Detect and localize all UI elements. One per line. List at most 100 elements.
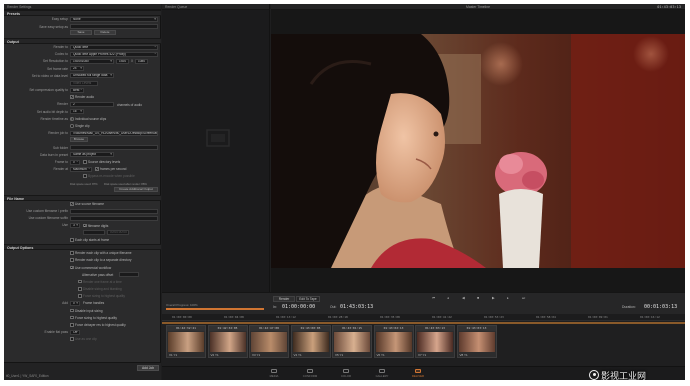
timeline-clip[interactable]: 01:43:00:05 V4 Y1 [290, 325, 331, 358]
opt9-checkbox[interactable] [70, 315, 74, 320]
each-clip-checkbox[interactable] [70, 237, 74, 242]
delete-button[interactable]: Delete [94, 30, 116, 36]
timeline-clip[interactable]: 01:43:03:13 V7 Y1 [415, 325, 455, 358]
bit-depth-dropdown[interactable]: 16 [70, 109, 84, 115]
each-clip-frame-input[interactable] [83, 230, 105, 236]
label: Each clip starts at frame [75, 237, 110, 242]
page-tab-color[interactable]: COLOR [334, 369, 358, 379]
frame-handles-dropdown[interactable]: 0 [70, 300, 80, 306]
frame-rate-dropdown[interactable]: 24 [70, 66, 84, 72]
row-opt7: Force sizing to highest quality [4, 293, 161, 300]
video-levels-dropdown[interactable]: Video Levels [70, 80, 98, 86]
opt6-checkbox[interactable] [78, 287, 82, 291]
individual-clips-radio[interactable]: • [70, 116, 74, 121]
page-tab-media[interactable]: MEDIA [262, 369, 286, 379]
clip-name: V1 Y1 [169, 353, 178, 357]
opt3-checkbox[interactable]: ✓ [70, 265, 74, 270]
opt7-checkbox[interactable] [78, 294, 82, 298]
save-button[interactable]: Save [70, 30, 92, 36]
tab-edit-to-tape[interactable]: Edit To Tape [296, 296, 320, 302]
browse-button[interactable]: Browse [70, 137, 88, 142]
opt11-checkbox[interactable] [70, 337, 74, 341]
resolution-dropdown[interactable]: 1920x1080 [70, 58, 114, 64]
flat-pass-dropdown[interactable]: Off [70, 329, 80, 335]
row-compression: Set compression quality to Best [4, 87, 161, 94]
timeline-clip[interactable]: 01:43:01:15 V5 Y1 [332, 325, 372, 358]
bypass-checkbox[interactable] [83, 174, 87, 179]
label: Render each clip with a unique filename [75, 251, 132, 256]
jump-end-icon[interactable]: ⏭ [522, 296, 525, 300]
easy-setup-dropdown[interactable]: None [70, 17, 158, 22]
source-levels-checkbox[interactable] [83, 160, 87, 164]
out-timecode[interactable]: 01:43:03:13 [340, 304, 373, 310]
tab-render[interactable]: Render [273, 296, 295, 302]
row-opt8: Disable input sizing [4, 307, 161, 314]
settings-scroll[interactable]: Presets Easy setup None Save easy setup … [4, 10, 161, 362]
label: Use [62, 223, 68, 228]
label: Render each clip to a separate directory [75, 258, 132, 263]
row-browse: Browse [4, 137, 161, 144]
opt8-checkbox[interactable] [70, 308, 74, 313]
digits-checkbox[interactable]: ✓ [83, 223, 87, 228]
row-timeline-as: Render timeline as • Individual source c… [4, 115, 161, 122]
frame-dropdown[interactable]: 0 [70, 159, 80, 165]
step-forward-icon[interactable]: ▸ [507, 296, 509, 300]
use-source-filename-checkbox[interactable]: ✓ [70, 202, 74, 206]
opt10-checkbox[interactable] [70, 323, 74, 327]
render-audio-checkbox[interactable]: ✓ [70, 95, 74, 99]
in-timecode[interactable]: 01:00:00:00 [282, 304, 315, 310]
compression-dropdown[interactable]: Best [70, 87, 84, 93]
duration-label: Duration: [622, 305, 636, 309]
row-create-output: Create Additional Output [4, 187, 161, 194]
jump-start-icon[interactable]: ⏮ [432, 296, 435, 300]
clip-strip: 01:42:32:21 V1 Y1 01:42:32:05 V2 Y1 01:42:47… [166, 325, 681, 359]
timeline-clip[interactable]: 01:43:02:13 V6 Y1 [373, 325, 414, 358]
custom-filename-input[interactable] [70, 208, 158, 214]
step-back-icon[interactable]: ◂ [447, 296, 449, 300]
stop-icon[interactable]: ■ [477, 296, 479, 300]
page-tab-conform[interactable]: CONFORM [298, 369, 322, 379]
render-at-dropdown[interactable]: Maximum [70, 166, 92, 172]
sub-folder-input[interactable] [70, 145, 158, 151]
timeline-clip[interactable]: 01:43:03:13 V8 Y1 [456, 325, 497, 358]
add-job-button[interactable]: Add Job [137, 365, 159, 371]
ruler-tick: 01:00:58:04 [536, 315, 556, 319]
codec-dropdown[interactable]: QuickTime Apple ProRes 422 (Proxy) [70, 51, 158, 57]
play-icon[interactable]: ▶ [492, 296, 495, 300]
custom-suffix-input[interactable] [70, 215, 158, 221]
render-to-dropdown[interactable]: QuickTime [70, 44, 158, 50]
create-additional-output-button[interactable]: Create Additional Output [114, 187, 158, 193]
play-reverse-icon[interactable]: ◀ [462, 296, 465, 300]
page-tab-gallery[interactable]: GALLERY [370, 369, 394, 379]
timeline-clip[interactable]: 01:42:47:08 V3 Y1 [249, 325, 289, 358]
timeline-clip[interactable]: 01:42:32:05 V2 Y1 [207, 325, 248, 358]
label: Render audio [75, 95, 95, 100]
save-setup-input[interactable] [70, 24, 158, 30]
digits-dropdown[interactable]: 3 [70, 223, 80, 229]
single-clip-radio[interactable] [70, 124, 74, 128]
opt2-checkbox[interactable] [70, 258, 74, 262]
opt5-checkbox[interactable] [78, 279, 82, 284]
render-range-bar[interactable] [162, 322, 685, 324]
render-speed-checkbox[interactable]: ✓ [95, 167, 99, 171]
row-each-clip-2: Each clip starts at frame [4, 236, 161, 243]
row-save-setup: Save easy setup as [4, 23, 161, 30]
timeline-ruler[interactable]: 01:00:00:00 01:00:04:08 01:00:13:12 01:0… [162, 314, 685, 321]
transport-bar: Overall Progress: 100% Render Edit To Ta… [162, 292, 685, 314]
row-opt11: Use as one clip [4, 336, 161, 343]
opt1-checkbox[interactable] [70, 251, 74, 255]
pass-offset-input[interactable] [119, 272, 139, 278]
data-burn-dropdown[interactable]: Same as project [70, 152, 114, 158]
resolution-height-input[interactable]: 1080 [135, 58, 148, 64]
render-job-path-input[interactable]: /Volumes/Mac_OS_HD/Users/tl0_User1/Deskt… [70, 130, 158, 136]
row-disk-space: Disk space used: 87% Disk space used aft… [4, 180, 161, 187]
label: Force sizing to highest quality [83, 294, 125, 299]
timeline-clip[interactable]: 01:42:32:21 V1 Y1 [166, 325, 206, 358]
resolution-width-input[interactable]: 1920 [116, 58, 129, 64]
channels-input[interactable]: 2 [70, 102, 114, 108]
data-levels-dropdown[interactable]: Unscaled full range data [70, 73, 114, 79]
row-single-clip: Single clip [4, 123, 161, 130]
video-frame[interactable] [271, 34, 685, 268]
each-clip-timecode[interactable]: 00:00:00:00 [107, 230, 129, 236]
page-tab-deliver[interactable]: DELIVER [406, 369, 430, 379]
